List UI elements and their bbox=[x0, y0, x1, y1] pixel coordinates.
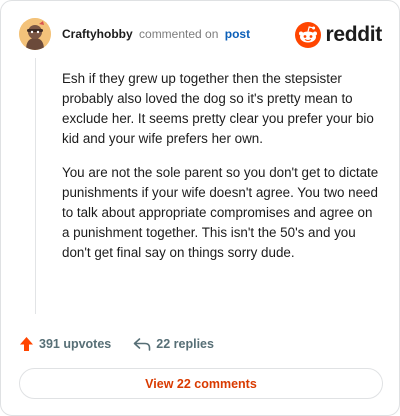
comment-paragraph: You are not the sole parent so you don't… bbox=[62, 165, 379, 260]
username[interactable]: Craftyhobby bbox=[62, 27, 133, 41]
view-comments-button[interactable]: View 22 comments bbox=[19, 368, 383, 399]
replies-count: 22 replies bbox=[156, 337, 214, 351]
reddit-logo[interactable]: reddit bbox=[295, 21, 382, 49]
upvotes-count: 391 upvotes bbox=[39, 337, 112, 351]
reddit-wordmark: reddit bbox=[325, 23, 382, 46]
avatar[interactable] bbox=[19, 18, 51, 50]
comment-body: Esh if they grew up together then the st… bbox=[62, 69, 380, 277]
reddit-alien-icon bbox=[295, 22, 322, 48]
reply-arrow-icon bbox=[133, 338, 151, 351]
post-link[interactable]: post bbox=[225, 27, 250, 41]
comment-paragraph: Esh if they grew up together then the st… bbox=[62, 71, 374, 146]
upvotes-stat[interactable]: 391 upvotes bbox=[19, 336, 111, 352]
action-text: commented on bbox=[139, 27, 219, 41]
upvote-arrow-icon bbox=[20, 337, 33, 351]
comment-card: Craftyhobby commented on post reddit Esh… bbox=[0, 0, 400, 416]
avatar-image bbox=[19, 18, 51, 50]
comment-stats: 391 upvotes 22 replies bbox=[19, 335, 214, 353]
thread-line[interactable] bbox=[35, 58, 36, 314]
replies-stat[interactable]: 22 replies bbox=[133, 337, 214, 351]
comment-header: Craftyhobby commented on post bbox=[62, 26, 250, 42]
